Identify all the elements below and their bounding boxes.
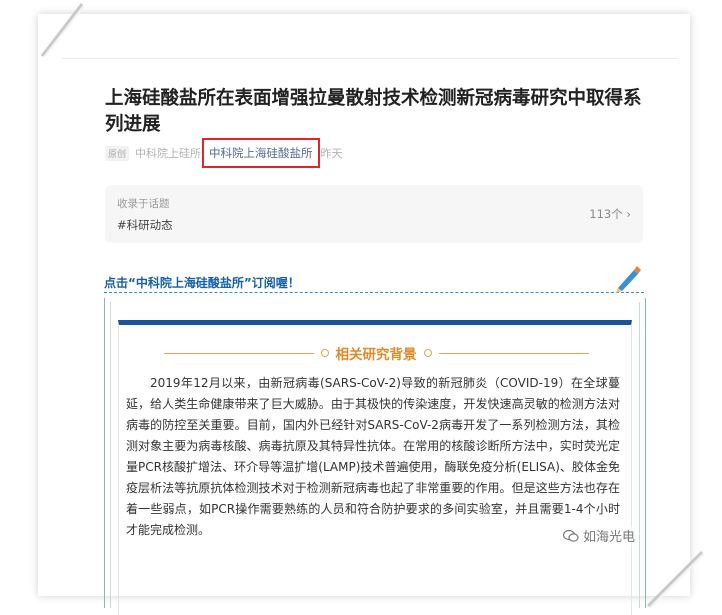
topic-tag[interactable]: #科研动态 xyxy=(117,217,173,233)
header-ring-right xyxy=(423,349,432,357)
header-ring-left xyxy=(320,349,329,357)
header-rule-left xyxy=(163,352,314,354)
topic-count: 113个 › xyxy=(589,207,631,221)
section-header: 相关研究背景 xyxy=(134,343,618,363)
follow-banner-text: 点击“中科院上海硅酸盐所”订阅喔！ xyxy=(104,276,300,290)
wechat-icon xyxy=(563,529,579,542)
article-meta: 原创 中科院上硅所 中科院上海硅酸盐所 昨天 xyxy=(105,138,343,168)
section-title: 相关研究背景 xyxy=(335,347,417,363)
top-divider xyxy=(62,58,678,59)
topic-label: 收录于话题 xyxy=(117,198,170,210)
topic-card[interactable]: 收录于话题 #科研动态 113个 › xyxy=(105,185,643,243)
article-title: 上海硅酸盐所在表面增强拉曼散射技术检测新冠病毒研究中取得系列进展 xyxy=(105,88,642,135)
section-body: 2019年12月以来，由新冠病毒(SARS-CoV-2)导致的新冠肺炎（COVI… xyxy=(126,376,620,537)
header-rule-right xyxy=(438,352,589,354)
account-link[interactable]: 中科院上海硅酸盐所 xyxy=(202,138,320,168)
follow-banner[interactable]: 点击“中科院上海硅酸盐所”订阅喔！ xyxy=(104,266,644,293)
watermark-text: 如海光电 xyxy=(583,530,636,545)
publish-time: 昨天 xyxy=(320,147,343,160)
original-badge: 原创 xyxy=(105,145,130,161)
pen-icon xyxy=(616,266,641,293)
source-name: 中科院上硅所 xyxy=(135,147,202,160)
watermark: 如海光电 xyxy=(563,526,636,545)
